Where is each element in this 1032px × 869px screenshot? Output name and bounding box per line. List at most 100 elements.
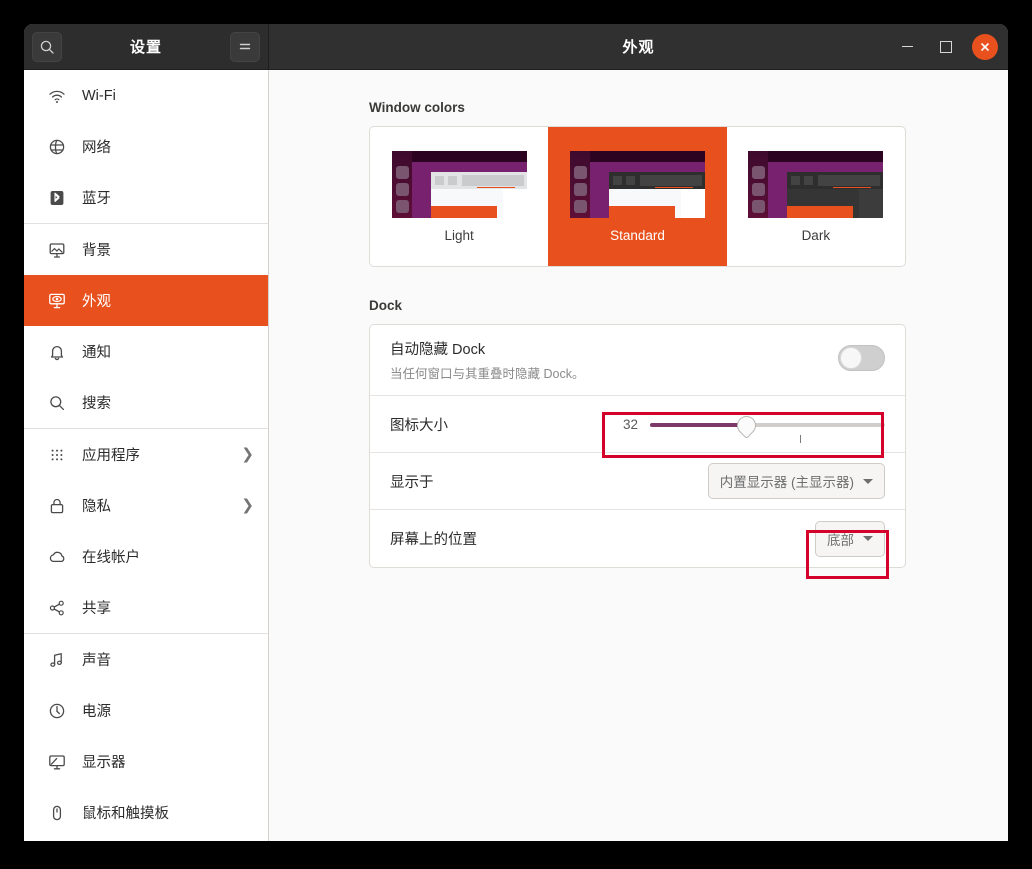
theme-preview-dark (748, 151, 883, 218)
sidebar-item-mouse-touchpad[interactable]: 鼠标和触摸板 (24, 787, 268, 838)
lock-icon (46, 497, 68, 515)
sidebar-item-label: 蓝牙 (82, 187, 254, 208)
theme-option-dark[interactable]: Dark (727, 127, 905, 266)
background-icon (48, 241, 66, 259)
sidebar-item-network[interactable]: 网络 (24, 121, 268, 172)
theme-preview-light (392, 151, 527, 218)
sound-note-icon (48, 651, 66, 669)
sidebar-item-search[interactable]: 搜索 (24, 377, 268, 428)
chevron-down-icon (863, 479, 873, 484)
sidebar-item-displays[interactable]: 显示器 (24, 736, 268, 787)
cloud-icon (46, 548, 68, 566)
sidebar-item-privacy[interactable]: 隐私❯ (24, 480, 268, 531)
theme-option-light[interactable]: Light (370, 127, 548, 266)
network-icon (46, 138, 68, 156)
sidebar-item-appearance[interactable]: 外观 (24, 275, 268, 326)
appearance-icon (46, 292, 68, 310)
dock-icon-size-row: 图标大小 32 (370, 396, 905, 453)
show-on-dropdown[interactable]: 内置显示器 (主显示器) (708, 463, 885, 499)
sidebar-item-label: 共享 (82, 597, 254, 618)
sidebar: Wi-Fi网络蓝牙背景外观通知搜索应用程序❯隐私❯在线帐户共享声音电源显示器鼠标… (24, 70, 269, 841)
titlebar-sidebar-section: 设置 (24, 24, 269, 69)
dock-autohide-row: 自动隐藏 Dock 当任何窗口与其重叠时隐藏 Dock。 (370, 325, 905, 396)
sidebar-item-label: 声音 (82, 649, 254, 670)
maximize-button[interactable] (933, 34, 959, 60)
dock-card: 自动隐藏 Dock 当任何窗口与其重叠时隐藏 Dock。 图标大小 (369, 324, 906, 568)
sidebar-item-bluetooth[interactable]: 蓝牙 (24, 172, 268, 223)
sidebar-item-sharing[interactable]: 共享 (24, 582, 268, 633)
sidebar-item-online-accounts[interactable]: 在线帐户 (24, 531, 268, 582)
theme-option-label: Light (445, 228, 474, 243)
bluetooth-icon (48, 189, 66, 207)
power-icon (48, 702, 66, 720)
search-icon (39, 39, 55, 55)
mouse-icon (46, 804, 68, 822)
sidebar-item-label: 搜索 (82, 392, 254, 413)
sidebar-item-label: 电源 (82, 700, 254, 721)
sidebar-item-label: 隐私 (82, 495, 241, 516)
dock-autohide-toggle[interactable] (838, 345, 885, 371)
sidebar-item-label: 鼠标和触摸板 (82, 802, 254, 823)
theme-option-label: Dark (802, 228, 831, 243)
titlebar-main-section: 外观 (269, 24, 1008, 69)
slider-fill (650, 423, 746, 427)
slider-tick-mark (800, 435, 801, 443)
sidebar-item-label: 应用程序 (82, 444, 241, 465)
window-body: Wi-Fi网络蓝牙背景外观通知搜索应用程序❯隐私❯在线帐户共享声音电源显示器鼠标… (24, 70, 1008, 841)
sidebar-item-label: Wi-Fi (82, 88, 254, 104)
dock-show-on-label: 显示于 (390, 471, 708, 492)
titlebar: 设置 外观 (24, 24, 1008, 70)
sidebar-window-title: 设置 (62, 36, 230, 57)
network-icon (48, 138, 66, 156)
sidebar-item-label: 外观 (82, 290, 254, 311)
sidebar-item-label: 通知 (82, 341, 254, 362)
chevron-right-icon: ❯ (241, 498, 254, 513)
sidebar-item-label: 显示器 (82, 751, 254, 772)
sidebar-item-power[interactable]: 电源 (24, 685, 268, 736)
cloud-icon (48, 548, 66, 566)
apps-grid-icon (48, 446, 66, 464)
slider-handle[interactable] (733, 412, 760, 439)
icon-size-slider[interactable] (650, 409, 885, 439)
icon-size-slider-group: 32 (612, 404, 885, 444)
hamburger-menu-icon (237, 39, 253, 55)
sidebar-item-background[interactable]: 背景 (24, 224, 268, 275)
toggle-knob (840, 347, 862, 369)
window-colors-card: Light Standard Dark (369, 126, 906, 267)
search-icon (46, 394, 68, 412)
sidebar-item-notifications[interactable]: 通知 (24, 326, 268, 377)
position-value: 底部 (827, 529, 854, 549)
dock-position-row: 屏幕上的位置 底部 (370, 510, 905, 567)
theme-options: Light Standard Dark (370, 127, 905, 266)
bluetooth-icon (46, 189, 68, 207)
mouse-icon (48, 804, 66, 822)
theme-option-standard[interactable]: Standard (548, 127, 726, 266)
chevron-right-icon: ❯ (241, 447, 254, 462)
icon-size-value: 32 (612, 417, 638, 432)
apps-grid-icon (46, 446, 68, 464)
chevron-down-icon (863, 536, 873, 541)
sound-note-icon (46, 651, 68, 669)
bell-icon (48, 343, 66, 361)
main-content: Window colors Light (269, 70, 1008, 841)
dock-heading: Dock (369, 298, 906, 313)
settings-window: 设置 外观 (24, 24, 1008, 841)
menu-button[interactable] (230, 32, 260, 62)
dock-show-on-row: 显示于 内置显示器 (主显示器) (370, 453, 905, 510)
window-controls (894, 34, 998, 60)
dock-autohide-label: 自动隐藏 Dock (390, 338, 838, 359)
minimize-button[interactable] (894, 34, 920, 60)
theme-preview-standard (570, 151, 705, 218)
window-colors-heading: Window colors (369, 100, 906, 115)
search-button[interactable] (32, 32, 62, 62)
close-button[interactable] (972, 34, 998, 60)
sidebar-item-applications[interactable]: 应用程序❯ (24, 429, 268, 480)
position-dropdown[interactable]: 底部 (815, 521, 885, 557)
dock-position-label: 屏幕上的位置 (390, 528, 815, 549)
sidebar-item-sound[interactable]: 声音 (24, 634, 268, 685)
search-icon (48, 394, 66, 412)
share-icon (48, 599, 66, 617)
wifi-icon (46, 87, 68, 105)
display-icon (46, 753, 68, 771)
sidebar-item-wifi[interactable]: Wi-Fi (24, 70, 268, 121)
